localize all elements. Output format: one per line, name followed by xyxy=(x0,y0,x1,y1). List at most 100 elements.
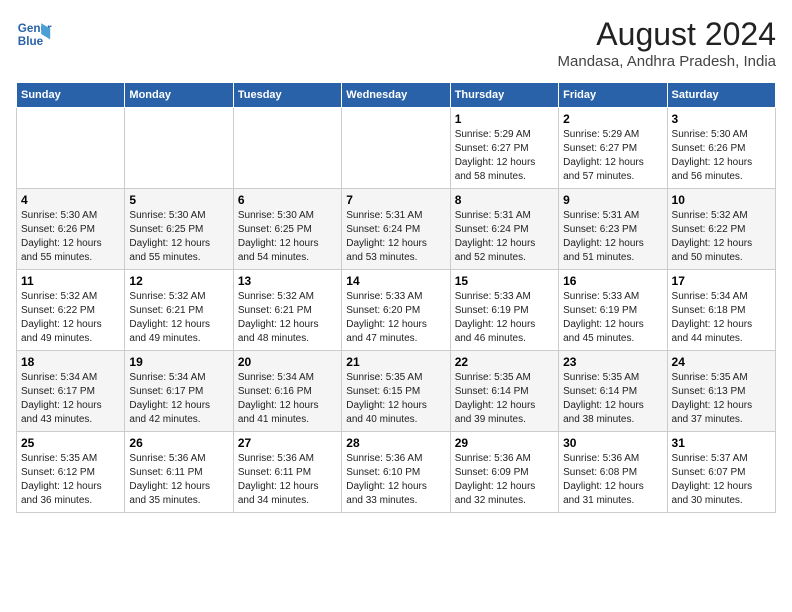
title-area: August 2024 Mandasa, Andhra Pradesh, Ind… xyxy=(558,16,776,70)
day-info: Sunrise: 5:34 AM Sunset: 6:16 PM Dayligh… xyxy=(238,371,337,427)
day-number: 11 xyxy=(21,274,120,288)
day-number: 9 xyxy=(563,193,662,207)
calendar-cell: 14Sunrise: 5:33 AM Sunset: 6:20 PM Dayli… xyxy=(342,270,450,351)
calendar-cell: 26Sunrise: 5:36 AM Sunset: 6:11 PM Dayli… xyxy=(125,432,233,513)
day-number: 6 xyxy=(238,193,337,207)
day-number: 26 xyxy=(129,436,228,450)
day-number: 13 xyxy=(238,274,337,288)
day-info: Sunrise: 5:35 AM Sunset: 6:14 PM Dayligh… xyxy=(455,371,554,427)
calendar-cell: 5Sunrise: 5:30 AM Sunset: 6:25 PM Daylig… xyxy=(125,189,233,270)
calendar-cell: 18 Sunrise: 5:34 AM Sunset: 6:17 PM Dayli… xyxy=(17,351,125,432)
calendar-cell: 1 Sunrise: 5:29 AM Sunset: 6:27 PM Daylig… xyxy=(450,108,558,189)
calendar-cell: 24 Sunrise: 5:35 AM Sunset: 6:13 PM Dayli… xyxy=(667,351,775,432)
day-number: 30 xyxy=(563,436,662,450)
calendar-cell: 17 Sunrise: 5:34 AM Sunset: 6:18 PM Dayli… xyxy=(667,270,775,351)
calendar-cell: 21 Sunrise: 5:35 AM Sunset: 6:15 PM Dayli… xyxy=(342,351,450,432)
calendar-cell: 12 Sunrise: 5:32 AM Sunset: 6:21 PM Dayli… xyxy=(125,270,233,351)
calendar-cell: 11 Sunrise: 5:32 AM Sunset: 6:22 PM Dayli… xyxy=(17,270,125,351)
calendar-cell: 10Sunrise: 5:32 AM Sunset: 6:22 PM Dayli… xyxy=(667,189,775,270)
day-number: 29 xyxy=(455,436,554,450)
page-header: General Blue August 2024 Mandasa, Andhra… xyxy=(16,16,776,70)
calendar-cell: 29 Sunrise: 5:36 AM Sunset: 6:09 PM Dayli… xyxy=(450,432,558,513)
day-number: 25 xyxy=(21,436,120,450)
day-info: Sunrise: 5:35 AM Sunset: 6:13 PM Dayligh… xyxy=(672,371,771,427)
day-info: Sunrise: 5:32 AM Sunset: 6:22 PM Dayligh… xyxy=(21,290,120,346)
page-subtitle: Mandasa, Andhra Pradesh, India xyxy=(558,53,776,70)
calendar-cell: 8 Sunrise: 5:31 AM Sunset: 6:24 PM Daylig… xyxy=(450,189,558,270)
day-number: 16 xyxy=(563,274,662,288)
day-info: Sunrise: 5:30 AM Sunset: 6:26 PM Dayligh… xyxy=(672,128,771,184)
day-info: Sunrise: 5:37 AM Sunset: 6:07 PM Dayligh… xyxy=(672,452,771,508)
calendar-day-header: Wednesday xyxy=(342,83,450,108)
day-info: Sunrise: 5:36 AM Sunset: 6:09 PM Dayligh… xyxy=(455,452,554,508)
calendar-cell: 31Sunrise: 5:37 AM Sunset: 6:07 PM Dayli… xyxy=(667,432,775,513)
calendar-cell xyxy=(342,108,450,189)
day-number: 19 xyxy=(129,355,228,369)
day-info: Sunrise: 5:33 AM Sunset: 6:19 PM Dayligh… xyxy=(563,290,662,346)
day-info: Sunrise: 5:30 AM Sunset: 6:26 PM Dayligh… xyxy=(21,209,120,265)
calendar-week-row: 18 Sunrise: 5:34 AM Sunset: 6:17 PM Dayli… xyxy=(17,351,776,432)
calendar-cell: 16 Sunrise: 5:33 AM Sunset: 6:19 PM Dayli… xyxy=(559,270,667,351)
day-info: Sunrise: 5:32 AM Sunset: 6:21 PM Dayligh… xyxy=(129,290,228,346)
calendar-week-row: 11 Sunrise: 5:32 AM Sunset: 6:22 PM Dayli… xyxy=(17,270,776,351)
day-number: 1 xyxy=(455,112,554,126)
calendar-day-header: Monday xyxy=(125,83,233,108)
day-info: Sunrise: 5:29 AM Sunset: 6:27 PM Dayligh… xyxy=(455,128,554,184)
day-info: Sunrise: 5:32 AM Sunset: 6:21 PM Dayligh… xyxy=(238,290,337,346)
day-number: 8 xyxy=(455,193,554,207)
day-number: 3 xyxy=(672,112,771,126)
calendar-cell: 7 Sunrise: 5:31 AM Sunset: 6:24 PM Daylig… xyxy=(342,189,450,270)
calendar-cell: 30 Sunrise: 5:36 AM Sunset: 6:08 PM Dayli… xyxy=(559,432,667,513)
calendar-cell: 19 Sunrise: 5:34 AM Sunset: 6:17 PM Dayli… xyxy=(125,351,233,432)
calendar-cell: 15 Sunrise: 5:33 AM Sunset: 6:19 PM Dayli… xyxy=(450,270,558,351)
calendar-cell: 27 Sunrise: 5:36 AM Sunset: 6:11 PM Dayli… xyxy=(233,432,341,513)
day-number: 22 xyxy=(455,355,554,369)
day-info: Sunrise: 5:34 AM Sunset: 6:17 PM Dayligh… xyxy=(21,371,120,427)
calendar-week-row: 1 Sunrise: 5:29 AM Sunset: 6:27 PM Daylig… xyxy=(17,108,776,189)
day-number: 17 xyxy=(672,274,771,288)
day-number: 21 xyxy=(346,355,445,369)
day-info: Sunrise: 5:31 AM Sunset: 6:23 PM Dayligh… xyxy=(563,209,662,265)
calendar-cell: 2 Sunrise: 5:29 AM Sunset: 6:27 PM Daylig… xyxy=(559,108,667,189)
calendar-cell: 4 Sunrise: 5:30 AM Sunset: 6:26 PM Daylig… xyxy=(17,189,125,270)
calendar-day-header: Thursday xyxy=(450,83,558,108)
day-info: Sunrise: 5:29 AM Sunset: 6:27 PM Dayligh… xyxy=(563,128,662,184)
day-info: Sunrise: 5:33 AM Sunset: 6:20 PM Dayligh… xyxy=(346,290,445,346)
day-number: 4 xyxy=(21,193,120,207)
day-number: 12 xyxy=(129,274,228,288)
day-info: Sunrise: 5:36 AM Sunset: 6:08 PM Dayligh… xyxy=(563,452,662,508)
day-info: Sunrise: 5:34 AM Sunset: 6:17 PM Dayligh… xyxy=(129,371,228,427)
day-info: Sunrise: 5:34 AM Sunset: 6:18 PM Dayligh… xyxy=(672,290,771,346)
calendar-day-header: Saturday xyxy=(667,83,775,108)
calendar-table: SundayMondayTuesdayWednesdayThursdayFrid… xyxy=(16,82,776,513)
calendar-cell: 22 Sunrise: 5:35 AM Sunset: 6:14 PM Dayli… xyxy=(450,351,558,432)
day-number: 7 xyxy=(346,193,445,207)
day-number: 18 xyxy=(21,355,120,369)
calendar-cell xyxy=(17,108,125,189)
day-number: 23 xyxy=(563,355,662,369)
calendar-day-header: Sunday xyxy=(17,83,125,108)
day-info: Sunrise: 5:31 AM Sunset: 6:24 PM Dayligh… xyxy=(346,209,445,265)
calendar-cell: 28Sunrise: 5:36 AM Sunset: 6:10 PM Dayli… xyxy=(342,432,450,513)
day-info: Sunrise: 5:30 AM Sunset: 6:25 PM Dayligh… xyxy=(238,209,337,265)
day-info: Sunrise: 5:33 AM Sunset: 6:19 PM Dayligh… xyxy=(455,290,554,346)
day-number: 27 xyxy=(238,436,337,450)
page-title: August 2024 xyxy=(558,16,776,53)
logo: General Blue xyxy=(16,16,52,52)
day-number: 20 xyxy=(238,355,337,369)
calendar-day-header: Tuesday xyxy=(233,83,341,108)
calendar-week-row: 4 Sunrise: 5:30 AM Sunset: 6:26 PM Daylig… xyxy=(17,189,776,270)
day-number: 15 xyxy=(455,274,554,288)
day-info: Sunrise: 5:35 AM Sunset: 6:15 PM Dayligh… xyxy=(346,371,445,427)
day-info: Sunrise: 5:31 AM Sunset: 6:24 PM Dayligh… xyxy=(455,209,554,265)
day-number: 2 xyxy=(563,112,662,126)
day-info: Sunrise: 5:32 AM Sunset: 6:22 PM Dayligh… xyxy=(672,209,771,265)
day-info: Sunrise: 5:36 AM Sunset: 6:11 PM Dayligh… xyxy=(238,452,337,508)
day-info: Sunrise: 5:35 AM Sunset: 6:14 PM Dayligh… xyxy=(563,371,662,427)
day-info: Sunrise: 5:35 AM Sunset: 6:12 PM Dayligh… xyxy=(21,452,120,508)
day-number: 5 xyxy=(129,193,228,207)
day-number: 28 xyxy=(346,436,445,450)
day-number: 24 xyxy=(672,355,771,369)
calendar-cell: 9 Sunrise: 5:31 AM Sunset: 6:23 PM Daylig… xyxy=(559,189,667,270)
calendar-cell: 6 Sunrise: 5:30 AM Sunset: 6:25 PM Daylig… xyxy=(233,189,341,270)
